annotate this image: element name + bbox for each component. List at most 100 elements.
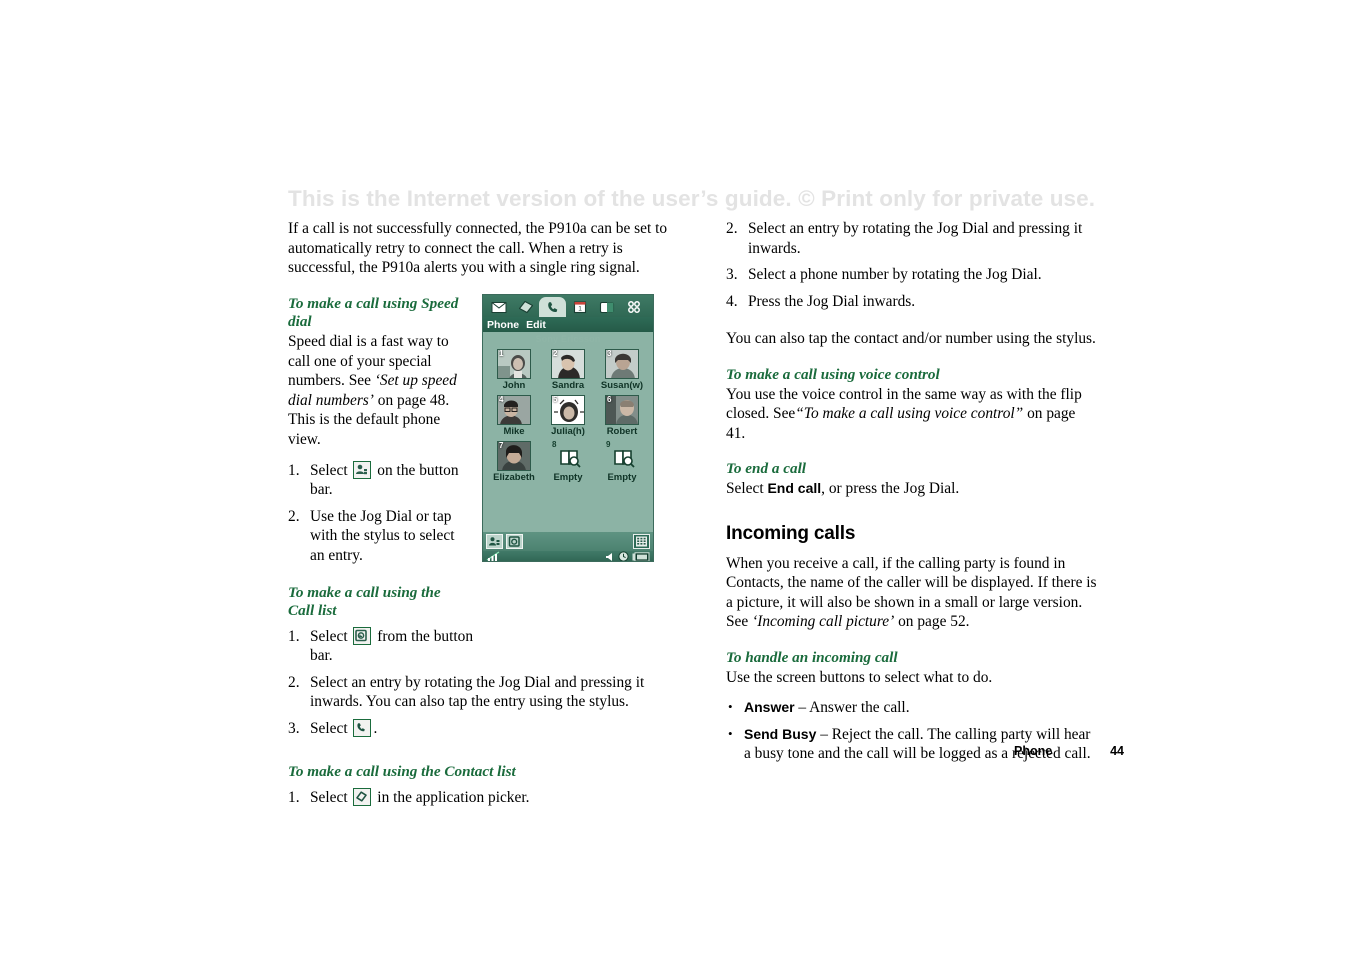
step-number: 4. (726, 292, 738, 310)
speed-dial-cell[interactable]: 7 Elizabeth (488, 441, 540, 483)
bullet-marker: • (728, 725, 733, 741)
contacts-tab[interactable] (512, 297, 539, 317)
step-number: 3. (726, 266, 738, 284)
call-list-button[interactable] (506, 534, 523, 549)
contacts-app-icon (353, 788, 372, 807)
step-number: 2. (288, 507, 300, 525)
handle-incoming-heading: To handle an incoming call (726, 648, 898, 666)
volume-icon[interactable] (605, 549, 615, 562)
step-number: 3. (288, 720, 300, 738)
option-text: – Answer the call. (794, 699, 910, 717)
step-number: 1. (288, 461, 300, 479)
speed-dial-index: 6 (607, 395, 612, 404)
battery-icon (632, 549, 650, 561)
step-text: Press the Jog Dial inwards. (748, 292, 916, 310)
phone-menu-bar[interactable]: Phone Edit (483, 317, 653, 332)
speed-dial-row: 4 Mike 5 Julia(h) 6 Robert (488, 395, 648, 437)
speed-dial-label: Sandra (551, 380, 585, 391)
right-column: 2. Select an entry by rotating the Jog Di… (726, 219, 1098, 771)
brand-watermark: Sony Ericsson (483, 332, 653, 346)
speed-dial-heading: To make a call using Speed dial (288, 294, 459, 331)
contact-photo: 7 (497, 441, 531, 471)
phone-tab[interactable] (539, 297, 566, 317)
end-call-heading: To end a call (726, 460, 807, 478)
speed-dial-cell[interactable]: 9 Empty (596, 441, 648, 483)
speed-dial-cell[interactable]: 4 Mike (488, 395, 540, 437)
list-item: • Answer – Answer the call. (726, 698, 1098, 718)
call-list-icon (353, 626, 372, 645)
menu-item-edit[interactable]: Edit (526, 319, 546, 331)
list-item: 2. Use the Jog Dial or tap with the stylu… (288, 507, 468, 566)
messaging-tab[interactable] (485, 297, 512, 317)
speed-dial-index: 9 (606, 441, 611, 449)
list-item: 1. Select from the button bar. (288, 626, 490, 666)
handle-incoming-intro: Use the screen buttons to select what to… (726, 668, 993, 686)
step-number: 1. (288, 627, 300, 645)
footer-chapter: Phone (1014, 744, 1053, 758)
call-list-steps: 1. Select from the button bar. 2. Select a… (288, 626, 668, 739)
contact-list-heading: To make a call using the Contact list (288, 762, 516, 780)
contact-photo: 3 (605, 349, 639, 379)
speed-dial-index: 8 (552, 441, 557, 449)
step-text-before: Select (310, 627, 352, 645)
speed-dial-index: 3 (607, 349, 612, 358)
phone-tab-bar[interactable]: 1 (483, 295, 653, 317)
clock-icon[interactable] (618, 549, 629, 561)
speed-dial-section: To make a call using Speed dial Speed di… (288, 295, 468, 621)
viewer-tab[interactable] (593, 297, 620, 317)
step-text-after: in the application picker. (373, 789, 530, 807)
end-call-paragraph: Select End call, or press the Jog Dial. (726, 479, 1098, 499)
list-item: 2. Select an entry by rotating the Jog Di… (288, 673, 668, 712)
list-item: 3. Select . (288, 719, 668, 739)
incoming-calls-paragraph: When you receive a call, if the calling … (726, 554, 1098, 632)
menu-item-phone[interactable]: Phone (487, 319, 519, 331)
calendar-tab[interactable]: 1 (566, 297, 593, 317)
step-number: 2. (288, 673, 300, 691)
contact-photo: 2 (551, 349, 585, 379)
bullet-marker: • (728, 699, 733, 715)
option-term: Send Busy (744, 725, 817, 742)
speed-dial-label: John (502, 380, 526, 391)
manual-page: This is the Internet version of the user… (0, 0, 1351, 954)
step-text: Select an entry by rotating the Jog Dial… (748, 220, 1083, 257)
contact-photo: 1 (497, 349, 531, 379)
phone-status-bar (483, 549, 653, 562)
contact-list-steps: 1. Select in the application picker. (288, 788, 668, 808)
step-text: Use the Jog Dial or tap with the stylus … (310, 507, 455, 564)
speed-dial-cell[interactable]: 5 Julia(h) (542, 395, 594, 437)
list-item: 1. Select in the application picker. (288, 788, 668, 808)
step-text-before: Select (310, 461, 352, 479)
speed-dial-label: Mike (503, 426, 525, 437)
speed-dial-index: 4 (499, 395, 504, 404)
incoming-after: on page 52. (894, 613, 970, 631)
speed-dial-cell[interactable]: 1 John (488, 349, 540, 391)
step-text: Select an entry by rotating the Jog Dial… (310, 673, 645, 711)
step-number: 2. (726, 220, 738, 237)
more-apps-tab[interactable] (620, 297, 647, 317)
speed-dial-label: Susan(w) (600, 380, 644, 391)
step-number: 1. (288, 789, 300, 807)
list-item: 1. Select on the button bar. (288, 460, 468, 500)
speed-dial-button[interactable] (486, 534, 503, 549)
speed-dial-row: 1 John 2 Sandra 3 Susan(w) (488, 349, 648, 391)
empty-slot-icon: 8 (551, 441, 585, 471)
speed-dial-cell[interactable]: 3 Susan(w) (596, 349, 648, 391)
voice-control-paragraph: You use the voice control in the same wa… (726, 385, 1098, 444)
page-footer: Phone 44 (1014, 744, 1124, 758)
watermark-notice: This is the Internet version of the user… (288, 186, 1096, 211)
speed-dial-cell[interactable]: 2 Sandra (542, 349, 594, 391)
step-text-after: . (373, 720, 378, 738)
status-right-group (605, 549, 650, 562)
speed-dial-index: 1 (499, 349, 504, 358)
footer-page-number: 44 (1110, 744, 1124, 758)
svg-text:1: 1 (578, 306, 582, 313)
speed-dial-label: Empty (553, 472, 583, 483)
handset-icon (353, 719, 372, 738)
incoming-calls-heading: Incoming calls (726, 522, 856, 544)
speed-dial-cell[interactable]: 8 Empty (542, 441, 594, 483)
step-text: Select a phone number by rotating the Jo… (748, 266, 1042, 284)
option-term: Answer (744, 699, 795, 716)
speed-dial-cell[interactable]: 6 Robert (596, 395, 648, 437)
speed-dial-label: Julia(h) (551, 426, 585, 437)
keypad-button[interactable] (633, 534, 650, 549)
